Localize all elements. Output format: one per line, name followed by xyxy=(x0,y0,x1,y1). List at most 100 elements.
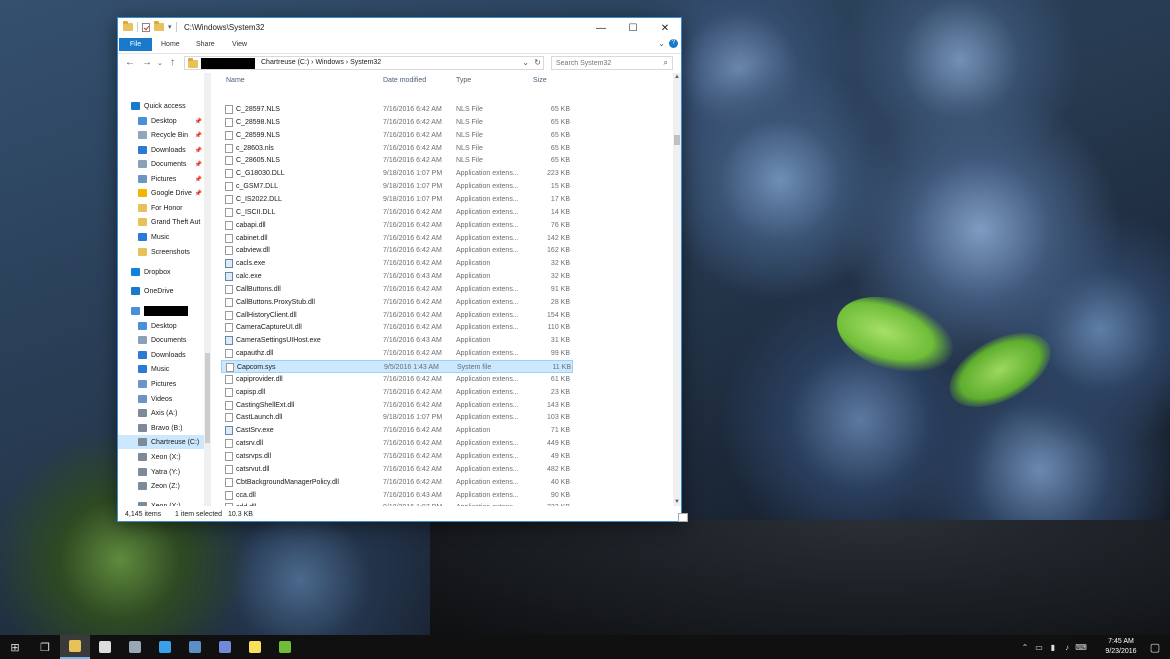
file-row[interactable]: C_28598.NLS 7/16/2016 6:42 AM NLS File 65 K… xyxy=(221,116,573,129)
file-row[interactable]: CallButtons.dll 7/16/2016 6:42 AM Applicat… xyxy=(221,283,573,296)
tray-icon[interactable]: ⌃ xyxy=(1018,643,1032,652)
address-dropdown-icon[interactable]: ⌄ xyxy=(522,58,529,67)
search-icon[interactable]: ⌕ xyxy=(664,58,668,68)
new-folder-icon[interactable] xyxy=(154,21,164,31)
file-row[interactable]: Capcom.sys 9/5/2016 1:43 AM System file 11 … xyxy=(221,360,573,373)
tray-icon[interactable]: ▮ xyxy=(1046,643,1060,652)
discord-icon[interactable] xyxy=(210,635,240,659)
file-row[interactable]: C_IS2022.DLL 9/18/2016 1:07 PM Application… xyxy=(221,193,573,206)
forward-button[interactable]: → xyxy=(142,57,152,68)
file-row[interactable]: catsrvut.dll 7/16/2016 6:42 AM Application… xyxy=(221,463,573,476)
file-row[interactable]: C_G18030.DLL 9/18/2016 1:07 PM Application… xyxy=(221,167,573,180)
file-row[interactable]: cabinet.dll 7/16/2016 6:42 AM Application … xyxy=(221,232,573,245)
file-row[interactable]: calc.exe 7/16/2016 6:43 AM Application 32 K… xyxy=(221,270,573,283)
file-row[interactable]: CameraCaptureUI.dll 7/16/2016 6:42 AM Appl… xyxy=(221,321,573,334)
maximize-button[interactable]: ☐ xyxy=(617,18,649,38)
steam-icon[interactable] xyxy=(180,635,210,659)
breadcrumb[interactable]: Chartreuse (C:) › Windows › System32 xyxy=(261,59,381,66)
file-row[interactable]: cca.dll 7/16/2016 6:43 AM Application exte… xyxy=(221,489,573,502)
expand-ribbon-icon[interactable]: ⌄ xyxy=(658,39,665,48)
file-row[interactable]: CallHistoryClient.dll 7/16/2016 6:42 AM Ap… xyxy=(221,309,573,322)
nav-item[interactable] xyxy=(118,304,204,318)
column-header-size[interactable]: Size xyxy=(533,77,547,84)
file-row[interactable]: CallButtons.ProxyStub.dll 7/16/2016 6:42 … xyxy=(221,296,573,309)
file-row[interactable]: cdd.dll 9/18/2016 1:07 PM Application exte… xyxy=(221,501,573,506)
file-explorer-icon[interactable] xyxy=(60,635,90,659)
file-row[interactable]: cabview.dll 7/16/2016 6:42 AM Application … xyxy=(221,244,573,257)
nav-item[interactable]: Bravo (B:) xyxy=(118,421,204,435)
file-row[interactable]: cacls.exe 7/16/2016 6:42 AM Application 32 … xyxy=(221,257,573,270)
help-icon[interactable]: ? xyxy=(669,39,678,48)
nav-item[interactable]: OneDrive xyxy=(118,284,204,298)
clock[interactable]: 7:45 AM 9/23/2016 xyxy=(1096,637,1146,657)
nav-item[interactable]: Documents xyxy=(118,333,204,347)
file-row[interactable]: cabapi.dll 7/16/2016 6:42 AM Application e… xyxy=(221,219,573,232)
nav-scrollbar-thumb[interactable] xyxy=(205,353,210,443)
scroll-up-arrow[interactable]: ▲ xyxy=(673,74,681,80)
minimize-button[interactable]: — xyxy=(585,18,617,38)
file-row[interactable]: C_28597.NLS 7/16/2016 6:42 AM NLS File 65 K… xyxy=(221,103,573,116)
app-icon[interactable] xyxy=(150,635,180,659)
file-row[interactable]: CbtBackgroundManagerPolicy.dll 7/16/2016 … xyxy=(221,476,573,489)
nav-item[interactable]: Pictures xyxy=(118,377,204,391)
nav-item[interactable]: Desktop xyxy=(118,319,204,333)
nav-item[interactable]: Google Drive 📌 xyxy=(118,186,204,200)
start-button[interactable]: ⊞ xyxy=(0,635,30,659)
sticky-notes-icon[interactable] xyxy=(240,635,270,659)
nav-item[interactable]: Pictures 📌 xyxy=(118,172,204,186)
search-input[interactable] xyxy=(552,57,657,69)
file-row[interactable]: catsrv.dll 7/16/2016 6:42 AM Application e… xyxy=(221,437,573,450)
nav-item[interactable]: Xeon (X:) xyxy=(118,450,204,464)
nav-item[interactable]: Grand Theft Aut xyxy=(118,215,204,229)
file-row[interactable]: c_28603.nls 7/16/2016 6:42 AM NLS File 65 K… xyxy=(221,142,573,155)
file-row[interactable]: CastingShellExt.dll 7/16/2016 6:42 AM Appl… xyxy=(221,399,573,412)
file-row[interactable]: capisp.dll 7/16/2016 6:42 AM Application e… xyxy=(221,386,573,399)
large-icons-view-button[interactable] xyxy=(678,513,688,522)
nav-item[interactable]: Dropbox xyxy=(118,265,204,279)
file-row[interactable]: C_ISCII.DLL 7/16/2016 6:42 AM Application … xyxy=(221,206,573,219)
file-row[interactable]: CameraSettingsUIHost.exe 7/16/2016 6:43 A… xyxy=(221,334,573,347)
nav-item[interactable]: Yatra (Y:) xyxy=(118,465,204,479)
tray-icon[interactable]: ♪ xyxy=(1060,643,1074,652)
file-row[interactable]: catsrvps.dll 7/16/2016 6:42 AM Application… xyxy=(221,450,573,463)
snipping-icon[interactable] xyxy=(120,635,150,659)
file-row[interactable]: capauthz.dll 7/16/2016 6:42 AM Application… xyxy=(221,347,573,360)
nav-item[interactable]: Desktop 📌 xyxy=(118,114,204,128)
nav-item[interactable]: Recycle Bin 📌 xyxy=(118,128,204,142)
nav-item[interactable]: Screenshots xyxy=(118,245,204,259)
tab-view[interactable]: View xyxy=(226,38,253,51)
nav-item[interactable]: Documents 📌 xyxy=(118,157,204,171)
file-row[interactable]: CastSrv.exe 7/16/2016 6:42 AM Application 7… xyxy=(221,424,573,437)
file-list-scrollbar[interactable]: ▲ ▼ xyxy=(673,73,681,506)
file-list-scrollbar-thumb[interactable] xyxy=(674,135,680,145)
tab-file[interactable]: File xyxy=(119,38,152,51)
nav-scrollbar[interactable] xyxy=(204,73,211,506)
nav-item[interactable]: Music xyxy=(118,230,204,244)
store-icon[interactable] xyxy=(90,635,120,659)
search-box[interactable]: ⌕ xyxy=(551,56,673,70)
task-view-button[interactable]: ❐ xyxy=(30,635,60,659)
nav-item[interactable]: Quick access xyxy=(118,99,204,113)
nav-item[interactable]: Music xyxy=(118,362,204,376)
file-row[interactable]: CastLaunch.dll 9/18/2016 1:07 PM Applicati… xyxy=(221,411,573,424)
column-header-name[interactable]: Name xyxy=(226,77,245,84)
refresh-icon[interactable]: ↻ xyxy=(534,58,541,67)
nav-item[interactable]: Downloads 📌 xyxy=(118,143,204,157)
tab-home[interactable]: Home xyxy=(155,38,186,51)
nav-item[interactable]: Downloads xyxy=(118,348,204,362)
nav-item[interactable]: For Honor xyxy=(118,201,204,215)
razer-icon[interactable] xyxy=(270,635,300,659)
nav-item[interactable]: Videos xyxy=(118,392,204,406)
column-header-type[interactable]: Type xyxy=(456,77,471,84)
nav-item[interactable]: Xeon (X:) xyxy=(118,499,204,506)
nav-item[interactable]: Chartreuse (C:) xyxy=(118,435,204,449)
file-row[interactable]: C_28605.NLS 7/16/2016 6:42 AM NLS File 65 K… xyxy=(221,154,573,167)
tab-share[interactable]: Share xyxy=(190,38,221,51)
nav-item[interactable]: Zeon (Z:) xyxy=(118,479,204,493)
file-row[interactable]: c_GSM7.DLL 9/18/2016 1:07 PM Application e… xyxy=(221,180,573,193)
column-header-date[interactable]: Date modified xyxy=(383,77,426,84)
file-row[interactable]: C_28599.NLS 7/16/2016 6:42 AM NLS File 65 K… xyxy=(221,129,573,142)
tray-icon[interactable]: ⌨ xyxy=(1074,643,1088,652)
file-row[interactable]: capiprovider.dll 7/16/2016 6:42 AM Applica… xyxy=(221,373,573,386)
properties-icon[interactable] xyxy=(142,22,150,32)
